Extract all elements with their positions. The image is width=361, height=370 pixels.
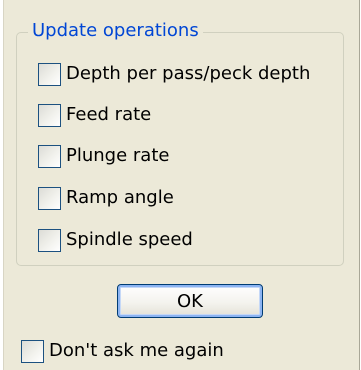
option-plunge-rate[interactable]: Plunge rate: [38, 142, 170, 170]
option-ramp-angle[interactable]: Ramp angle: [38, 184, 175, 212]
group-title: Update operations: [28, 18, 203, 44]
dont-ask-again-label[interactable]: Don't ask me again: [48, 339, 225, 363]
dont-ask-again-checkbox[interactable]: [21, 339, 44, 363]
depth-per-pass-label[interactable]: Depth per pass/peck depth: [65, 62, 311, 86]
spindle-speed-checkbox[interactable]: [38, 228, 61, 252]
feed-rate-label[interactable]: Feed rate: [65, 103, 152, 127]
feed-rate-checkbox[interactable]: [38, 103, 61, 127]
option-dont-ask-again[interactable]: Don't ask me again: [21, 337, 225, 365]
depth-per-pass-checkbox[interactable]: [38, 62, 61, 86]
option-feed-rate[interactable]: Feed rate: [38, 101, 152, 129]
spindle-speed-label[interactable]: Spindle speed: [65, 228, 194, 252]
option-depth-per-pass[interactable]: Depth per pass/peck depth: [38, 60, 311, 88]
plunge-rate-label[interactable]: Plunge rate: [65, 144, 170, 168]
update-operations-dialog: Update operations Depth per pass/peck de…: [3, 0, 360, 370]
ramp-angle-label[interactable]: Ramp angle: [65, 186, 175, 210]
ramp-angle-checkbox[interactable]: [38, 186, 61, 210]
ok-button[interactable]: OK: [117, 284, 263, 318]
plunge-rate-checkbox[interactable]: [38, 144, 61, 168]
option-spindle-speed[interactable]: Spindle speed: [38, 226, 194, 254]
